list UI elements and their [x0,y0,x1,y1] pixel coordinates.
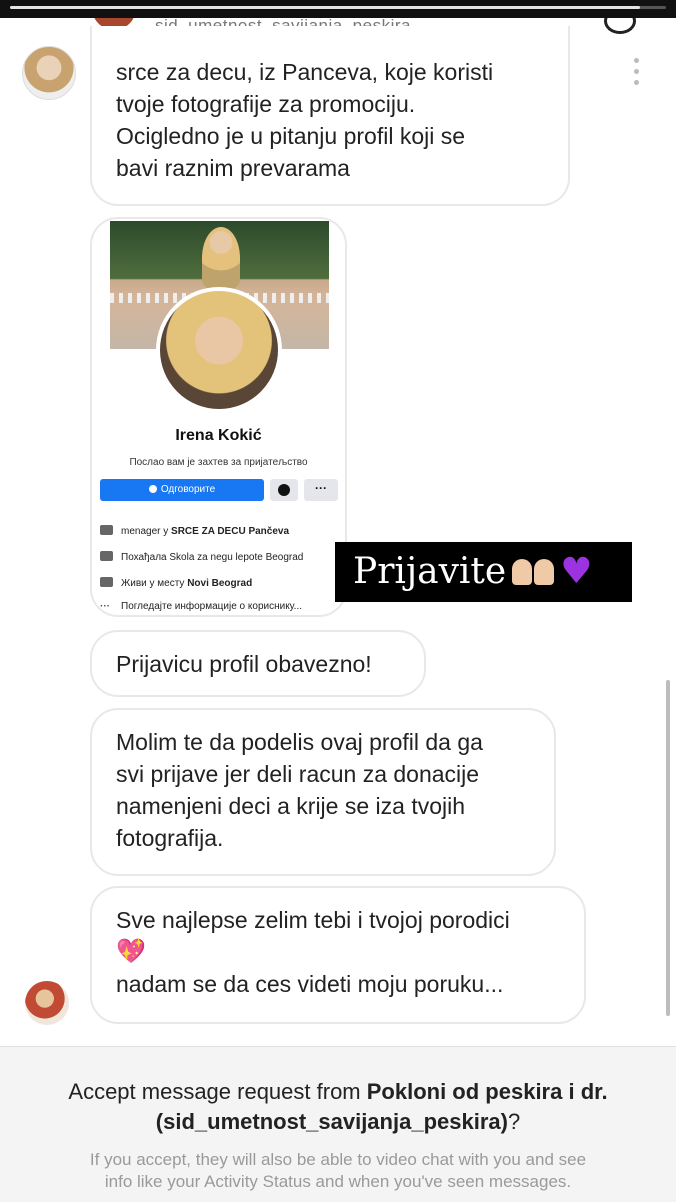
info-education: Похађала Skola za negu lepote Beograd [100,551,303,563]
respond-button: Одговорите [100,479,264,501]
request-info-line-2: info like your Activity Status and when … [104,1172,572,1191]
message-request-info: If you accept, they will also be able to… [0,1149,676,1193]
education-icon [100,551,113,561]
story-progress-fill [10,6,640,9]
see-info-text: Погледајте информације о кориснику... [121,601,303,612]
message-bubble[interactable]: Molim te da podelis ovaj profil da ga sv… [90,708,556,876]
request-title-suffix: ? [507,1109,521,1134]
sender-avatar[interactable] [22,46,76,100]
messenger-button [270,479,298,501]
messenger-icon [278,484,290,496]
message-request-panel: Accept message request from Pokloni od p… [0,1046,676,1202]
profile-name: Irena Kokić [175,427,262,444]
sparkling-heart-icon: 💖 [116,938,146,965]
purple-heart-icon: ♥ [560,551,593,592]
respond-button-label: Одговорите [160,484,216,495]
scrollbar[interactable] [666,680,670,1016]
request-info-line-1: If you accept, they will also be able to… [89,1150,587,1169]
education-text: Похађала Skola za negu lepote Beograd [121,552,304,563]
message-line: fotografija. [116,825,224,851]
lives-prefix: Живи у месту [121,578,188,589]
folded-hands-icon [534,559,555,585]
request-title-prefix: Accept message request from [68,1079,367,1104]
message-line: Molim te da podelis ovaj profil da ga [116,729,483,755]
message-line: namenjeni deci a krije se iza tvojih [116,793,466,819]
message-line: nadam se da ces videti moju poruku... [116,971,504,997]
info-work: menager у SRCE ZA DECU Pančeva [100,525,289,537]
work-prefix: menager у [121,526,172,537]
message-line: srce za decu, iz Panceva, koje koristi [116,59,494,85]
cover-person-image [202,227,240,289]
folded-hands-icon [512,559,533,585]
sticker-text: Prijavite [353,551,507,592]
person-icon [148,485,157,493]
story-top-bar [0,0,676,18]
home-icon [100,577,113,587]
message-line: tvoje fotografije za promociju. [116,91,416,117]
story-progress-bar [10,6,666,9]
message-bubble[interactable]: srce za decu, iz Panceva, koje koristi t… [90,26,570,206]
message-request-title: Accept message request from Pokloni od p… [0,1077,676,1137]
info-lives: Живи у месту Novi Beograd [100,577,252,589]
profile-picture [156,287,282,413]
message-line: Ocigledno je u pitanju profil koji se [116,123,466,149]
more-dots-icon: ··· [100,601,110,612]
shared-profile-screenshot[interactable]: Irena Kokić Послао вам је захтев за приј… [90,217,347,617]
more-button: ··· [304,479,338,501]
message-line: bavi raznim prevarama [116,155,350,181]
friend-request-text: Послао вам је захтев за пријатељство [129,457,308,468]
work-place: SRCE ZA DECU Pančeva [171,526,290,537]
lives-place: Novi Beograd [187,578,253,589]
story-text-sticker: Prijavite ♥ [335,542,632,602]
message-line: svi prijave jer deli racun za donacije [116,761,480,787]
sender-avatar-bottom[interactable] [25,981,69,1025]
work-icon [100,525,113,535]
message-line: Sve najlepse zelim tebi i tvojoj porodic… [116,907,510,933]
message-line: Prijavicu profil obavezno! [116,651,372,677]
camera-icon[interactable] [604,18,636,34]
request-sender-name: Pokloni od peskira i dr. [366,1079,608,1104]
message-bubble[interactable]: Prijavicu profil obavezno! [90,630,426,697]
info-see-more: ··· Погледајте информације о кориснику... [100,601,302,612]
message-bubble[interactable]: Sve najlepse zelim tebi i tvojoj porodic… [90,886,586,1024]
more-vertical-icon[interactable] [634,58,640,86]
request-sender-username: (sid_umetnost_savijanja_peskira) [155,1109,508,1134]
